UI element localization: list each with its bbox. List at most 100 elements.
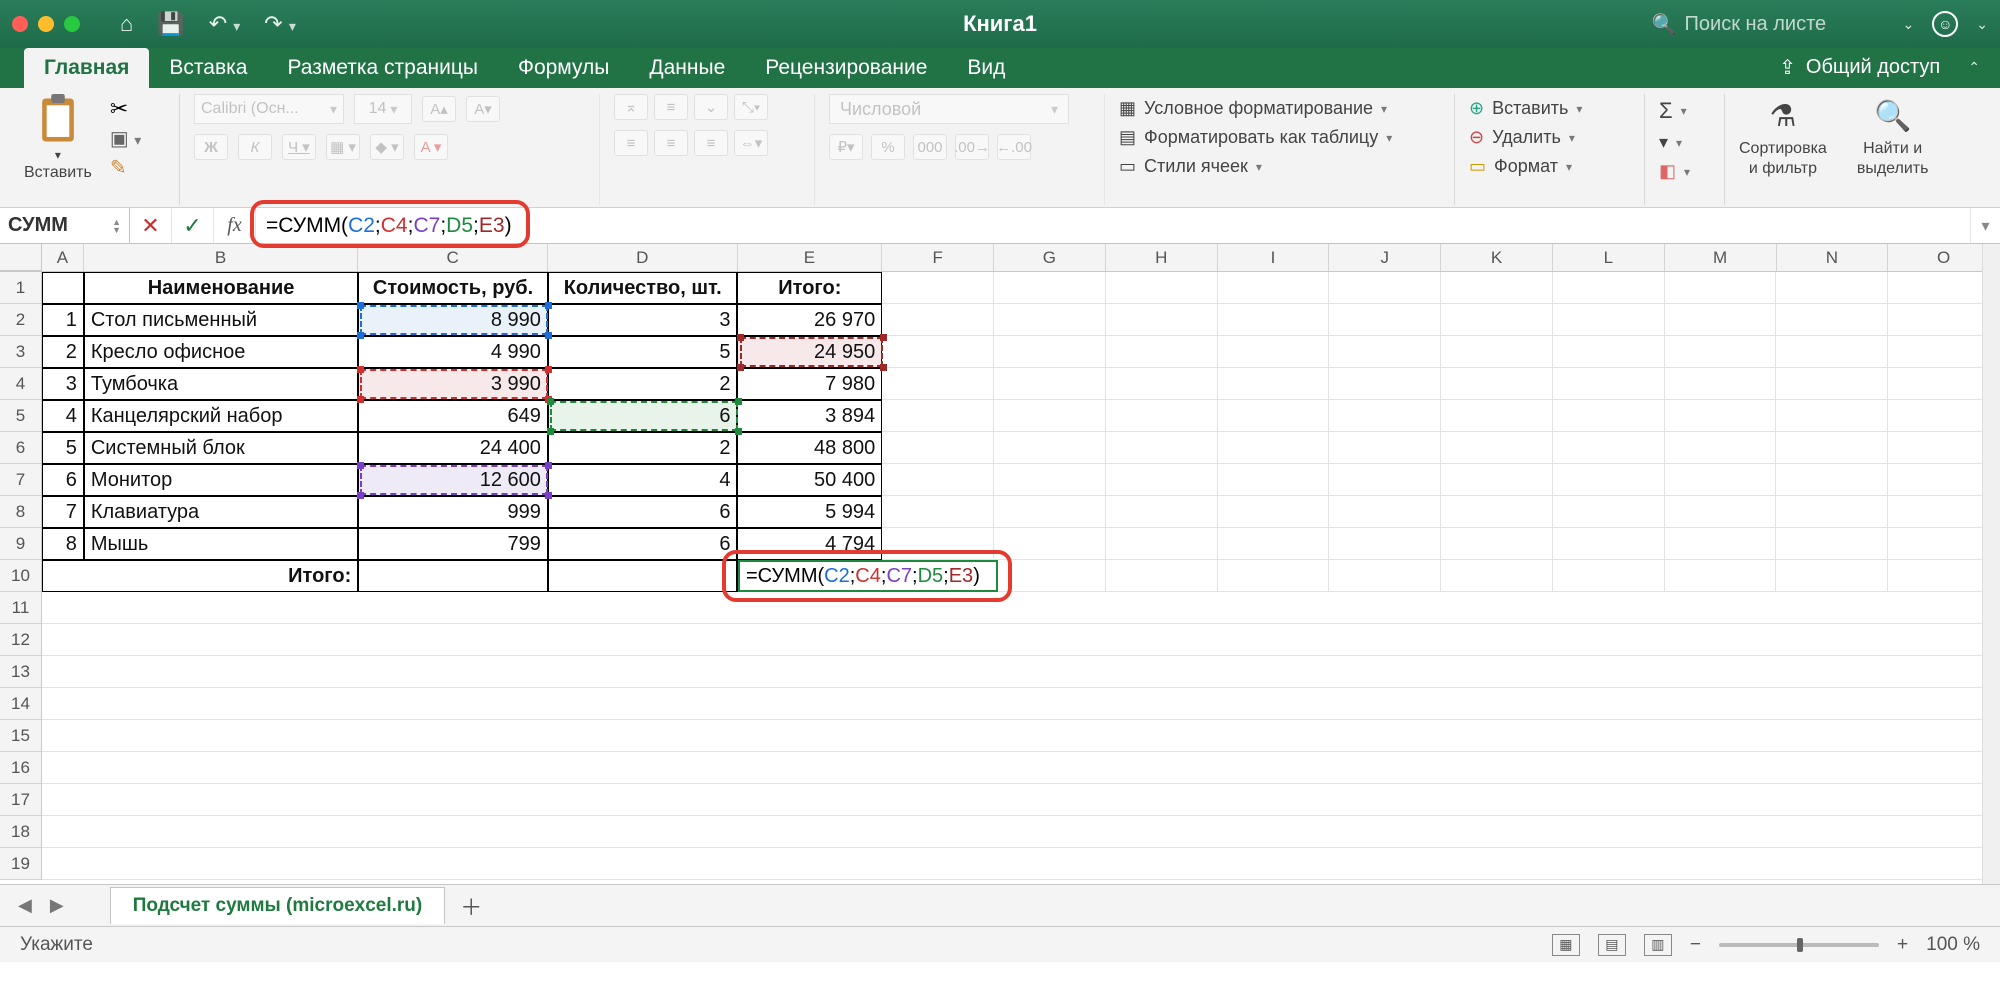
tab-formulas[interactable]: Формулы: [498, 48, 629, 88]
zoom-in-button[interactable]: +: [1897, 934, 1908, 956]
tab-page-layout[interactable]: Разметка страницы: [267, 48, 498, 88]
namebox-stepper-icon[interactable]: ▲▼: [112, 218, 121, 234]
row-5[interactable]: 5: [0, 400, 42, 432]
underline-button[interactable]: Ч ▾: [282, 134, 316, 160]
cell[interactable]: Количество, шт.: [548, 272, 738, 304]
align-top-icon[interactable]: ⌅: [614, 94, 648, 120]
minimize-button[interactable]: [38, 16, 54, 32]
cells-insert-button[interactable]: ⊕Вставить▾: [1469, 94, 1630, 123]
row-2[interactable]: 2: [0, 304, 42, 336]
align-center-icon[interactable]: ≡: [654, 130, 688, 156]
col-L[interactable]: L: [1553, 244, 1665, 271]
vertical-scrollbar[interactable]: [1982, 244, 2000, 884]
col-K[interactable]: K: [1441, 244, 1553, 271]
col-E[interactable]: E: [738, 244, 883, 271]
tab-insert[interactable]: Вставка: [149, 48, 267, 88]
spreadsheet-grid[interactable]: A B C D E F G H I J K L M N O 1 Наименов…: [0, 244, 2000, 884]
add-sheet-button[interactable]: ＋: [451, 890, 491, 922]
currency-icon[interactable]: ₽▾: [829, 134, 863, 160]
conditional-formatting-button[interactable]: ▦Условное форматирование▾: [1119, 94, 1440, 123]
bold-button[interactable]: Ж: [194, 134, 228, 160]
tab-home[interactable]: Главная: [24, 48, 149, 88]
font-select[interactable]: Calibri (Осн...▾: [194, 94, 344, 124]
fill-button[interactable]: ▾▾: [1659, 128, 1710, 157]
row-9[interactable]: 9: [0, 528, 42, 560]
sheet-search[interactable]: 🔍: [1652, 12, 1885, 37]
col-D[interactable]: D: [548, 244, 738, 271]
cancel-button[interactable]: ✕: [130, 208, 172, 243]
sheet-prev-icon[interactable]: ◀: [18, 895, 32, 916]
col-H[interactable]: H: [1106, 244, 1218, 271]
orientation-icon[interactable]: ⤡▾: [734, 94, 768, 120]
col-F[interactable]: F: [882, 244, 994, 271]
view-normal-icon[interactable]: ▦: [1552, 934, 1580, 956]
active-cell-editor[interactable]: =СУММ(C2;C4;C7;D5;E3): [738, 560, 998, 592]
formula-input[interactable]: =СУММ(C2;C4;C7;D5;E3): [256, 208, 1970, 243]
save-icon[interactable]: 💾: [157, 11, 184, 37]
tab-view[interactable]: Вид: [947, 48, 1025, 88]
col-G[interactable]: G: [994, 244, 1106, 271]
increase-decimal-icon[interactable]: .00→: [955, 134, 989, 160]
maximize-button[interactable]: [64, 16, 80, 32]
name-box[interactable]: СУММ ▲▼: [0, 208, 130, 243]
col-I[interactable]: I: [1218, 244, 1330, 271]
align-middle-icon[interactable]: ≡: [654, 94, 688, 120]
cell-styles-button[interactable]: ▭Стили ячеек▾: [1119, 152, 1440, 181]
view-page-layout-icon[interactable]: ▤: [1598, 934, 1626, 956]
percent-icon[interactable]: %: [871, 134, 905, 160]
merge-icon[interactable]: ⇔▾: [734, 130, 768, 156]
sheet-next-icon[interactable]: ▶: [50, 895, 64, 916]
view-page-break-icon[interactable]: ▥: [1644, 934, 1672, 956]
comma-icon[interactable]: 000: [913, 134, 947, 160]
cells-format-button[interactable]: ▭Формат▾: [1469, 152, 1630, 181]
number-format-select[interactable]: Числовой▾: [829, 94, 1069, 124]
col-N[interactable]: N: [1777, 244, 1889, 271]
align-bottom-icon[interactable]: ⌄: [694, 94, 728, 120]
cut-icon[interactable]: ✂: [110, 96, 141, 122]
row-10[interactable]: 10: [0, 560, 42, 592]
fill-color-button[interactable]: ◆ ▾: [370, 134, 404, 160]
col-A[interactable]: A: [42, 244, 84, 271]
row-4[interactable]: 4: [0, 368, 42, 400]
feedback-icon[interactable]: ☺: [1932, 11, 1958, 37]
close-button[interactable]: [12, 16, 28, 32]
font-color-button[interactable]: A ▾: [414, 134, 448, 160]
undo-icon[interactable]: ↶ ▾: [209, 11, 241, 37]
align-left-icon[interactable]: ≡: [614, 130, 648, 156]
row-6[interactable]: 6: [0, 432, 42, 464]
border-button[interactable]: ▦ ▾: [326, 134, 360, 160]
feedback-dropdown[interactable]: ⌄: [1976, 16, 1988, 33]
select-all-corner[interactable]: [0, 244, 42, 271]
col-M[interactable]: M: [1665, 244, 1777, 271]
cell[interactable]: [42, 272, 84, 304]
italic-button[interactable]: К: [238, 134, 272, 160]
font-size-select[interactable]: 14▾: [354, 94, 412, 124]
row-7[interactable]: 7: [0, 464, 42, 496]
search-input[interactable]: [1685, 13, 1885, 36]
find-select-button[interactable]: 🔍 Найти и выделить: [1857, 94, 1929, 178]
fx-button[interactable]: fx: [214, 208, 256, 243]
search-dropdown[interactable]: ⌄: [1903, 16, 1915, 33]
format-painter-icon[interactable]: ✎: [110, 155, 141, 180]
col-B[interactable]: B: [84, 244, 358, 271]
zoom-level[interactable]: 100 %: [1926, 934, 1980, 956]
home-icon[interactable]: ⌂: [120, 11, 133, 37]
sort-filter-button[interactable]: ⚗ Сортировка и фильтр: [1739, 94, 1827, 178]
format-as-table-button[interactable]: ▤Форматировать как таблицу▾: [1119, 123, 1440, 152]
cell[interactable]: Стоимость, руб.: [358, 272, 548, 304]
redo-icon[interactable]: ↷ ▾: [264, 11, 296, 37]
tab-data[interactable]: Данные: [629, 48, 745, 88]
cell[interactable]: Итого:: [737, 272, 882, 304]
decrease-decimal-icon[interactable]: ←.00: [997, 134, 1031, 160]
zoom-out-button[interactable]: −: [1690, 934, 1701, 956]
copy-icon[interactable]: ▣ ▾: [110, 126, 141, 151]
share-button[interactable]: ⇪ Общий доступ ⌃: [1779, 55, 1980, 88]
paste-button[interactable]: ▾ Вставить: [24, 94, 92, 182]
autosum-button[interactable]: Σ▾: [1659, 94, 1710, 128]
cells-delete-button[interactable]: ⊖Удалить▾: [1469, 123, 1630, 152]
align-right-icon[interactable]: ≡: [694, 130, 728, 156]
clear-button[interactable]: ◧▾: [1659, 157, 1710, 186]
col-J[interactable]: J: [1329, 244, 1441, 271]
decrease-font-icon[interactable]: A▾: [466, 96, 500, 122]
zoom-slider[interactable]: [1719, 943, 1879, 947]
